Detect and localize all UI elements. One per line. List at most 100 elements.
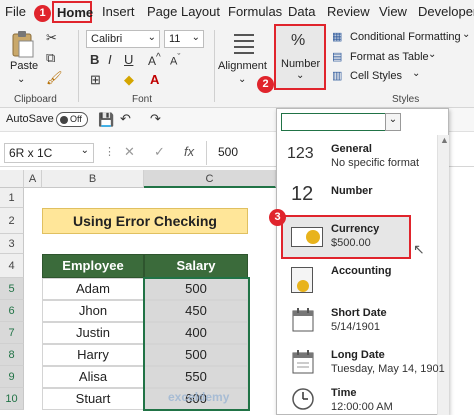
format-item-title: Short Date — [331, 307, 387, 319]
format-item-long-date[interactable]: Long Date Tuesday, May 14, 1901 — [277, 345, 445, 385]
accounting-icon — [291, 267, 313, 293]
font-color-icon[interactable]: A — [150, 72, 159, 87]
tab-developer[interactable]: Developer — [418, 4, 474, 19]
clipboard-group-label: Clipboard — [14, 94, 57, 105]
employee-cell[interactable]: Justin — [42, 322, 144, 344]
tab-formulas[interactable]: Formulas — [228, 4, 282, 19]
fx-icon[interactable]: fx — [184, 144, 194, 159]
watermark-text: exceldemy — [168, 390, 230, 404]
row-header-1[interactable]: 1 — [0, 188, 24, 208]
row-header-7[interactable]: 7 — [0, 322, 24, 344]
alignment-icon[interactable] — [230, 30, 258, 56]
enter-icon[interactable]: ✓ — [154, 144, 165, 160]
format-item-short-date[interactable]: Short Date 5/14/1901 — [277, 303, 437, 343]
undo-icon[interactable]: ↶ — [120, 111, 131, 127]
format-item-currency[interactable]: Currency $500.00 — [281, 215, 411, 259]
row-header-10[interactable]: 10 — [0, 388, 24, 410]
redo-icon[interactable]: ↷ — [150, 111, 161, 127]
save-icon[interactable]: 💾 — [98, 112, 114, 128]
autosave-toggle[interactable]: Off — [56, 112, 88, 127]
header-employee[interactable]: Employee — [42, 254, 144, 278]
row-header-2[interactable]: 2 — [0, 208, 24, 234]
format-item-sample: No specific format — [331, 157, 420, 169]
format-painter-icon[interactable]: 🖌 — [46, 70, 63, 86]
employee-cell[interactable]: Adam — [42, 278, 144, 300]
employee-cell[interactable]: Harry — [42, 344, 144, 366]
font-name-box[interactable]: Calibri ⌄ — [86, 30, 160, 48]
tab-review[interactable]: Review — [327, 4, 370, 19]
formula-options-icon[interactable]: ⋮ — [104, 145, 115, 158]
row-header-5[interactable]: 5 — [0, 278, 24, 300]
tab-home[interactable]: Home — [52, 1, 93, 23]
number-12-icon: 12 — [291, 183, 314, 205]
coin-icon — [297, 280, 309, 292]
cell-styles-button[interactable]: Cell Styles — [350, 70, 402, 82]
scroll-up-icon[interactable]: ▲ — [440, 135, 449, 145]
chevron-down-icon: ⌄ — [462, 29, 471, 40]
header-salary[interactable]: Salary — [144, 254, 248, 278]
decrease-font-icon[interactable]: Aˇ — [170, 52, 180, 68]
step-badge-3: 3 — [269, 209, 286, 226]
bold-icon[interactable]: B — [90, 52, 99, 67]
cut-icon[interactable]: ✂ — [46, 30, 57, 46]
employee-cell[interactable]: Stuart — [42, 388, 144, 410]
conditional-formatting-button[interactable]: Conditional Formatting — [350, 31, 461, 43]
tab-view[interactable]: View — [379, 4, 407, 19]
menu-bar: File 1 Home Insert Page Layout Formulas … — [0, 0, 474, 24]
row-header-3[interactable]: 3 — [0, 234, 24, 254]
paste-dropdown-icon[interactable]: ⌄ — [17, 74, 25, 85]
select-all-corner[interactable] — [0, 170, 24, 188]
row-header-9[interactable]: 9 — [0, 366, 24, 388]
tab-file[interactable]: File — [5, 4, 26, 19]
paste-button[interactable] — [10, 30, 36, 60]
format-as-table-button[interactable]: Format as Table — [350, 51, 429, 63]
format-item-time[interactable]: Time 12:00:00 AM — [277, 383, 437, 415]
format-item-sample: Tuesday, May 14, 1901 — [331, 363, 445, 375]
alignment-label[interactable]: Alignment — [218, 60, 267, 72]
cancel-icon[interactable]: ✕ — [124, 144, 135, 160]
italic-icon[interactable]: I — [108, 52, 112, 67]
column-header-c[interactable]: C — [144, 170, 276, 188]
chevron-down-icon: ⌄ — [412, 68, 421, 79]
font-size-value: 11 — [169, 33, 181, 45]
row-header-6[interactable]: 6 — [0, 300, 24, 322]
sheet-title-cell[interactable]: Using Error Checking — [42, 208, 248, 234]
tab-insert[interactable]: Insert — [102, 4, 135, 19]
step-badge-1: 1 — [34, 5, 51, 22]
increase-font-icon[interactable]: A^ — [148, 52, 161, 68]
styles-group-label: Styles — [392, 94, 420, 105]
conditional-formatting-icon: ▦ — [332, 31, 343, 43]
format-item-accounting[interactable]: Accounting — [277, 261, 437, 301]
row-header-8[interactable]: 8 — [0, 344, 24, 366]
step-badge-2: 2 — [257, 76, 274, 93]
clipboard-icon — [12, 31, 34, 58]
format-item-title: Time — [331, 387, 357, 399]
borders-icon[interactable]: ⊞ — [90, 72, 101, 88]
formula-value[interactable]: 500 — [218, 145, 238, 159]
employee-cell[interactable]: Jhon — [42, 300, 144, 322]
divider — [78, 30, 79, 102]
tab-page-layout[interactable]: Page Layout — [147, 4, 220, 19]
column-header-b[interactable]: B — [42, 170, 144, 188]
autosave-label: AutoSave — [6, 113, 54, 125]
format-item-sample: $500.00 — [331, 237, 371, 249]
copy-icon[interactable]: ⧉ — [46, 50, 55, 66]
coin-icon — [306, 230, 320, 244]
underline-icon[interactable]: U — [124, 52, 133, 67]
column-header-a[interactable]: A — [24, 170, 42, 188]
format-item-title: Number — [331, 185, 373, 197]
number-format-button[interactable]: % Number ⌄ — [274, 24, 326, 90]
tab-data[interactable]: Data — [288, 4, 315, 19]
number-format-combo[interactable]: ⌄ — [281, 113, 401, 131]
fill-color-icon[interactable]: ◆ — [124, 72, 134, 88]
font-size-box[interactable]: 11 ⌄ — [164, 30, 204, 48]
chevron-down-icon: ⌄ — [80, 145, 89, 156]
chevron-down-icon[interactable]: ⌄ — [385, 113, 401, 131]
format-item-general[interactable]: 123 General No specific format — [277, 139, 437, 179]
percent-icon: % — [291, 32, 306, 49]
name-box[interactable]: 6R x 1C ⌄ — [4, 143, 94, 163]
row-header-4[interactable]: 4 — [0, 254, 24, 278]
format-item-title: Long Date — [331, 349, 385, 361]
employee-cell[interactable]: Alisa — [42, 366, 144, 388]
format-as-table-icon: ▤ — [332, 51, 343, 63]
